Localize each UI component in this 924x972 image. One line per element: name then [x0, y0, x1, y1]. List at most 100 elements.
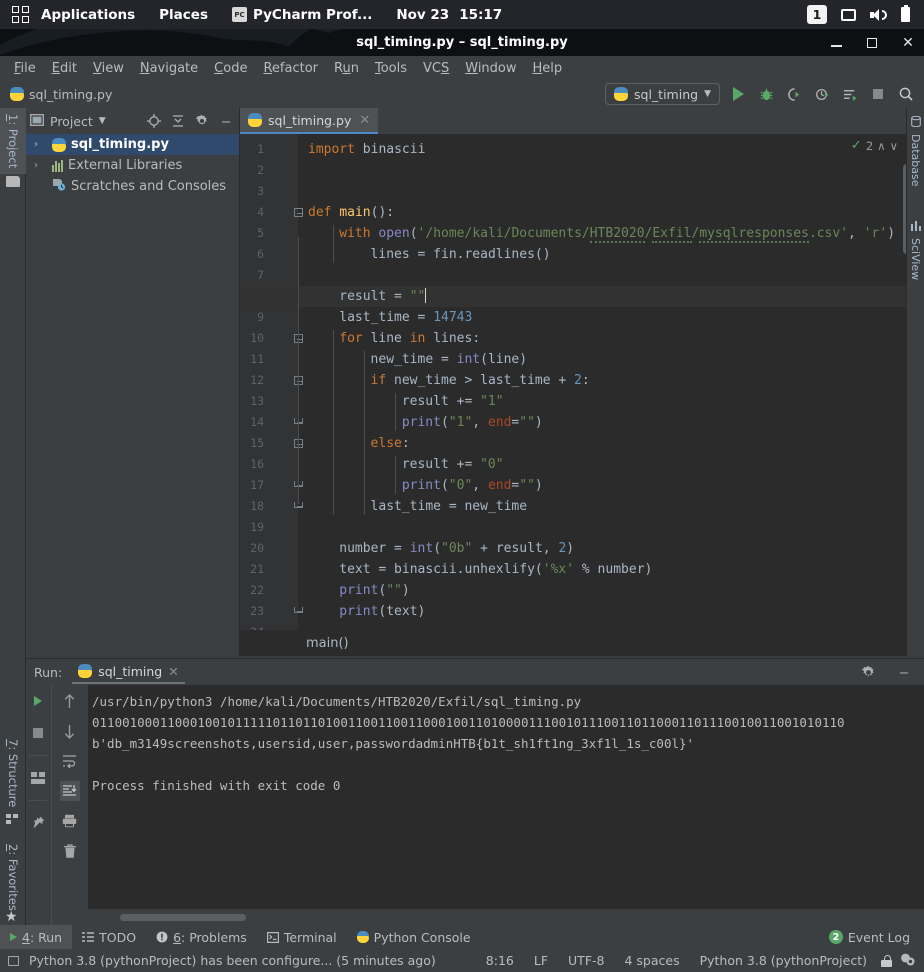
gnome-clock[interactable]: Nov 23 15:17 [384, 0, 514, 29]
chevron-right-icon[interactable]: › [34, 160, 38, 171]
pin-tab-button[interactable] [28, 813, 48, 833]
print-button[interactable] [60, 811, 80, 831]
menu-item-navigate[interactable]: Navigate [132, 59, 206, 78]
fold-marker-12[interactable] [294, 376, 305, 387]
chevron-up-icon[interactable]: ∧ [877, 139, 885, 153]
battery-icon[interactable] [901, 7, 910, 22]
code-line-16[interactable]: result += "0" [308, 454, 504, 475]
event-log-button[interactable]: 2Event Log [819, 925, 924, 949]
indent-setting[interactable]: 4 spaces [618, 953, 685, 968]
menu-item-view[interactable]: View [85, 59, 132, 78]
console-horizontal-scrollbar[interactable] [120, 914, 246, 921]
sidebar-tab-database[interactable]: Database [907, 112, 924, 191]
run-button[interactable] [728, 84, 748, 104]
menu-item-tools[interactable]: Tools [367, 59, 415, 78]
bottom-tab-todo[interactable]: TODO [72, 925, 146, 949]
lock-icon[interactable] [881, 955, 892, 967]
search-everywhere-icon[interactable] [896, 84, 916, 104]
sidebar-tab-favorites[interactable]: 2: Favorites [0, 838, 26, 917]
stop-button[interactable] [868, 84, 888, 104]
fold-marker-15[interactable] [294, 439, 305, 450]
file-encoding[interactable]: UTF-8 [562, 953, 610, 968]
gnome-menu-places[interactable]: Places [147, 0, 220, 29]
chevron-down-icon[interactable]: ∨ [890, 139, 898, 153]
fold-marker-14[interactable] [294, 418, 305, 429]
fold-marker-18[interactable] [294, 502, 305, 513]
menu-item-edit[interactable]: Edit [44, 59, 85, 78]
run-tab-sql-timing[interactable]: sql_timing ✕ [72, 661, 185, 684]
code-editor[interactable]: 123456789101112131415161718192021222324 … [240, 134, 924, 656]
editor-gutter[interactable]: 123456789101112131415161718192021222324 [240, 134, 298, 656]
gnome-menu-applications[interactable]: Applications [29, 0, 147, 29]
rerun-button[interactable] [28, 691, 48, 711]
caret-position[interactable]: 8:16 [480, 953, 520, 968]
soft-wrap-button[interactable] [60, 751, 80, 771]
console-layout-button[interactable] [28, 768, 48, 788]
down-button[interactable] [60, 721, 80, 741]
code-line-11[interactable]: new_time = int(line) [308, 349, 527, 370]
code-line-4[interactable]: def main(): [308, 202, 394, 223]
run-console-output[interactable]: /usr/bin/python3 /home/kali/Documents/HT… [88, 685, 924, 909]
run-configuration-selector[interactable]: sql_timing ▼ [605, 83, 720, 105]
gear-icon[interactable] [193, 112, 211, 130]
chevron-right-icon[interactable]: › [34, 139, 38, 150]
code-line-1[interactable]: import binascii [308, 139, 425, 160]
editor-tab-sql-timing[interactable]: sql_timing.py ✕ [240, 108, 378, 134]
sidebar-tab-project[interactable]: 1: Project [0, 108, 26, 174]
status-message[interactable]: Python 3.8 (pythonProject) has been conf… [27, 953, 442, 968]
run-coverage-button[interactable] [784, 84, 804, 104]
code-line-9[interactable]: last_time = 14743 [308, 307, 472, 328]
hide-panel-icon[interactable]: ‒ [217, 112, 235, 130]
inspection-widget[interactable]: ✓ 2 ∧ ∨ [851, 138, 898, 153]
code-line-17[interactable]: print("0", end="") [308, 475, 543, 496]
volume-icon[interactable] [870, 8, 887, 22]
activities-grid-icon[interactable] [12, 6, 29, 23]
gear-icon[interactable] [858, 662, 878, 682]
code-line-14[interactable]: print("1", end="") [308, 412, 543, 433]
python-interpreter[interactable]: Python 3.8 (pythonProject) [694, 953, 873, 968]
editor-code-text[interactable]: import binascii def main():with open('/ho… [298, 134, 924, 656]
menu-item-help[interactable]: Help [525, 59, 571, 78]
scroll-to-end-button[interactable] [60, 781, 80, 801]
tree-item-external-libraries[interactable]: ›External Libraries [26, 155, 239, 176]
close-icon[interactable]: ✕ [168, 664, 178, 679]
inspections-icon[interactable] [900, 952, 916, 970]
stop-button[interactable] [28, 723, 48, 743]
sidebar-tab-sciview[interactable]: SciView [907, 217, 924, 284]
close-button[interactable]: ✕ [900, 35, 916, 51]
bottom-tab-python-console[interactable]: Python Console [347, 925, 481, 949]
debug-button[interactable] [756, 84, 776, 104]
folder-icon[interactable] [6, 176, 20, 187]
code-line-5[interactable]: with open('/home/kali/Documents/HTB2020/… [308, 223, 895, 244]
menu-item-refactor[interactable]: Refactor [255, 59, 326, 78]
bottom-tab-terminal[interactable]: Terminal [257, 925, 347, 949]
clear-all-button[interactable] [60, 841, 80, 861]
screen-icon[interactable] [841, 9, 856, 21]
close-icon[interactable]: ✕ [359, 113, 370, 128]
line-separator[interactable]: LF [528, 953, 554, 968]
bottom-tab-problems[interactable]: 6: Problems [146, 925, 257, 949]
code-line-22[interactable]: print("") [308, 580, 410, 601]
breadcrumb-main-function[interactable]: main() [306, 636, 349, 651]
code-line-8[interactable]: result = "" [308, 286, 426, 307]
menu-item-code[interactable]: Code [206, 59, 255, 78]
minimize-button[interactable] [828, 35, 844, 51]
gnome-active-app[interactable]: PC PyCharm Prof... [220, 0, 384, 29]
code-line-13[interactable]: result += "1" [308, 391, 504, 412]
code-line-23[interactable]: print(text) [308, 601, 425, 622]
code-line-15[interactable]: else: [308, 433, 410, 454]
collapse-all-icon[interactable] [169, 112, 187, 130]
code-line-20[interactable]: number = int("0b" + result, 2) [308, 538, 574, 559]
code-line-21[interactable]: text = binascii.unhexlify('%x' % number) [308, 559, 652, 580]
code-line-12[interactable]: if new_time > last_time + 2: [308, 370, 590, 391]
bottom-tab-run[interactable]: 4: Run [0, 925, 72, 949]
maximize-button[interactable] [864, 35, 880, 51]
fold-marker-10[interactable] [294, 334, 305, 345]
hide-panel-icon[interactable]: ‒ [894, 662, 914, 682]
navigation-breadcrumb[interactable]: sql_timing.py [0, 87, 112, 102]
fold-marker-23[interactable] [294, 607, 305, 618]
code-line-6[interactable]: lines = fin.readlines() [308, 244, 551, 265]
chevron-down-icon[interactable]: ▼ [99, 116, 106, 126]
profile-button[interactable] [812, 84, 832, 104]
editor-breadcrumb-bar[interactable]: main() [240, 630, 906, 656]
